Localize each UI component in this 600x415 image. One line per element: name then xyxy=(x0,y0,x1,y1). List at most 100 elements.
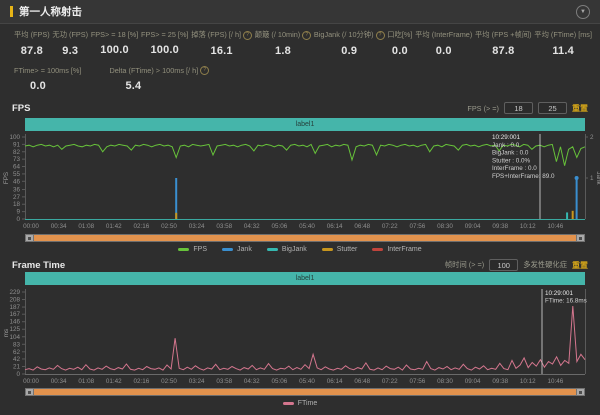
fps-reset-button[interactable]: 重置 xyxy=(572,103,588,114)
svg-text:00:34: 00:34 xyxy=(51,223,67,230)
svg-text:167: 167 xyxy=(9,311,20,318)
svg-text:55: 55 xyxy=(13,171,21,178)
stat-item: FTime> = 100ms [%]0.0 xyxy=(14,66,81,92)
stats-row-1: 平均 (FPS)87.8无功 (FPS)9.3FPS> = 18 [%]100.… xyxy=(14,30,592,57)
svg-text:46: 46 xyxy=(13,178,21,185)
ftime-scrollbar-right-handle[interactable] xyxy=(576,388,585,396)
svg-text:05:06: 05:06 xyxy=(272,223,288,230)
legend-item[interactable]: BigJank xyxy=(267,246,307,253)
ftime-scrollbar-left-handle[interactable] xyxy=(25,388,34,396)
svg-text:03:58: 03:58 xyxy=(216,223,232,230)
stat-item: 平均 (FPS +帧间)87.8 xyxy=(475,30,532,57)
svg-text:73: 73 xyxy=(13,156,21,163)
svg-text:2: 2 xyxy=(590,134,594,141)
svg-text:18: 18 xyxy=(13,201,21,208)
stat-value: 0.0 xyxy=(436,45,452,57)
stat-value: 87.8 xyxy=(21,45,43,57)
svg-text:03:24: 03:24 xyxy=(189,223,205,230)
svg-text:0: 0 xyxy=(16,371,20,378)
svg-text:42: 42 xyxy=(13,356,21,363)
svg-text:09:38: 09:38 xyxy=(492,378,508,385)
collapse-button[interactable]: ▼ xyxy=(576,5,590,19)
stat-value: 0.9 xyxy=(341,45,357,57)
stat-label: 平均 (FPS +帧间) xyxy=(475,30,532,40)
svg-text:91: 91 xyxy=(13,141,21,148)
svg-text:01:08: 01:08 xyxy=(78,378,94,385)
help-icon[interactable]: ? xyxy=(200,66,209,75)
stat-value: 0.0 xyxy=(30,80,46,92)
legend-label: FPS xyxy=(193,246,207,253)
fps-chart-banner: label1 xyxy=(25,118,585,131)
fps-scrollbar-right-handle[interactable] xyxy=(576,234,585,242)
svg-text:09:04: 09:04 xyxy=(465,378,481,385)
svg-text:Jank: Jank xyxy=(595,171,600,185)
help-icon[interactable]: ? xyxy=(302,31,311,40)
svg-text:208: 208 xyxy=(9,297,20,304)
legend-item[interactable]: InterFrame xyxy=(372,246,421,253)
help-icon[interactable]: ? xyxy=(243,31,252,40)
svg-text:00:34: 00:34 xyxy=(51,378,67,385)
stat-item: FPS> = 18 [%]100.0 xyxy=(91,30,138,57)
svg-text:06:48: 06:48 xyxy=(354,378,370,385)
page-title: 第一人称射击 xyxy=(19,4,82,19)
stat-item: Delta (FTime) > 100ms [/ h]?5.4 xyxy=(109,66,209,92)
stat-value: 5.4 xyxy=(125,80,141,92)
fps-section-title: FPS xyxy=(12,103,30,114)
legend-swatch-icon xyxy=(283,402,294,405)
legend-item[interactable]: FTime xyxy=(283,400,318,407)
stat-label: FPS> = 18 [%] xyxy=(91,30,138,39)
legend-item[interactable]: FPS xyxy=(178,246,207,253)
svg-text:0: 0 xyxy=(16,216,20,223)
svg-text:02:16: 02:16 xyxy=(134,378,150,385)
stats-row-2: FTime> = 100ms [%]0.0Delta (FTime) > 100… xyxy=(14,66,209,92)
fps-chart[interactable]: 10091827364554636271890FPS21Jank00:0000:… xyxy=(0,131,600,231)
ftime-reset-button[interactable]: 重置 xyxy=(572,260,588,271)
stat-label: 平均 (FPS) xyxy=(14,30,50,40)
ftime-section-title: Frame Time xyxy=(12,260,65,271)
ftime-chart-legend: FTime xyxy=(0,400,600,407)
legend-swatch-icon xyxy=(322,248,333,251)
legend-swatch-icon xyxy=(372,248,383,251)
svg-text:27: 27 xyxy=(13,194,21,201)
svg-text:02:50: 02:50 xyxy=(161,378,177,385)
ftime-ms-label: 多发性硬化症 xyxy=(523,260,567,270)
svg-text:187: 187 xyxy=(9,304,20,311)
stat-value: 11.4 xyxy=(552,45,574,57)
fps-scrollbar-left-handle[interactable] xyxy=(25,234,34,242)
legend-item[interactable]: Jank xyxy=(222,246,252,253)
ftime-threshold-input[interactable] xyxy=(489,259,518,271)
svg-text:02:16: 02:16 xyxy=(134,223,150,230)
svg-text:07:22: 07:22 xyxy=(382,223,398,230)
chevron-down-icon: ▼ xyxy=(580,9,586,15)
legend-label: Jank xyxy=(237,246,252,253)
legend-item[interactable]: Stutter xyxy=(322,246,358,253)
svg-text:00:00: 00:00 xyxy=(23,378,39,385)
fps-threshold2-input[interactable] xyxy=(538,102,567,114)
svg-text:10:12: 10:12 xyxy=(520,223,536,230)
svg-text:ms: ms xyxy=(3,329,10,337)
help-icon[interactable]: ? xyxy=(376,31,385,40)
fps-chart-scrollbar[interactable] xyxy=(25,234,585,242)
svg-text:FTime: 16.8ms: FTime: 16.8ms xyxy=(545,298,587,305)
stat-value: 16.1 xyxy=(211,45,233,57)
svg-text:BigJank : 0.0: BigJank : 0.0 xyxy=(492,150,529,157)
ftime-filter-label: 帧时间 (> =) xyxy=(445,260,484,270)
svg-text:1: 1 xyxy=(590,175,594,182)
ftime-chart[interactable]: 229208187167146125104836242210ms00:0000:… xyxy=(0,286,600,386)
perf-dashboard: 第一人称射击 ▼ 平均 (FPS)87.8无功 (FPS)9.3FPS> = 1… xyxy=(0,0,600,415)
svg-text:02:50: 02:50 xyxy=(161,223,177,230)
stat-label: BigJank (/ 10分钟)? xyxy=(314,30,385,40)
svg-text:125: 125 xyxy=(9,326,20,333)
svg-text:07:56: 07:56 xyxy=(410,378,426,385)
stat-value: 0.0 xyxy=(392,45,408,57)
svg-text:64: 64 xyxy=(13,164,21,171)
svg-text:21: 21 xyxy=(13,363,21,370)
stat-item: 掉落 (FPS) [/ h]?16.1 xyxy=(191,30,252,57)
svg-text:06:48: 06:48 xyxy=(354,223,370,230)
svg-text:03:58: 03:58 xyxy=(216,378,232,385)
ftime-section-header: Frame Time 帧时间 (> =) 多发性硬化症 重置 xyxy=(12,258,588,272)
stat-item: 平均 (FTime) [ms]11.4 xyxy=(534,30,592,57)
ftime-chart-scrollbar[interactable] xyxy=(25,388,585,396)
stat-item: 颠簸 (/ 10min)?1.8 xyxy=(255,30,311,57)
fps-threshold1-input[interactable] xyxy=(504,102,533,114)
